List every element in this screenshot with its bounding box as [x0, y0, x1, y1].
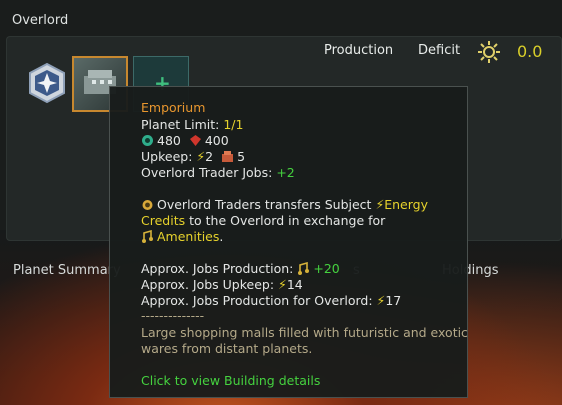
cost-alloys: 480	[157, 133, 181, 148]
energy-icon: ⚡	[375, 197, 385, 212]
flavor-text-1: Large shopping malls filled with futuris…	[141, 325, 468, 340]
energy-icon: ⚡	[376, 293, 386, 308]
jobs-production-label: Approx. Jobs Production:	[141, 261, 294, 276]
jobs-upkeep-row: Approx. Jobs Upkeep: ⚡14	[141, 277, 303, 292]
alloys-icon	[142, 135, 153, 146]
desc-line-1: Overlord Traders transfers Subject ⚡Ener…	[141, 197, 428, 212]
window-title: Overlord	[12, 13, 69, 28]
jobs-overlord-value: 17	[385, 293, 402, 308]
building-tooltip: Emporium Planet Limit: 1/1 480 400 Upkee…	[109, 86, 468, 398]
desc-post: to the Overlord in exchange for	[189, 213, 386, 228]
view-details-hint[interactable]: Click to view Building details	[141, 373, 320, 388]
upkeep-row: Upkeep: ⚡2 5	[141, 149, 245, 164]
trader-jobs-label: Overlord Trader Jobs:	[141, 165, 273, 180]
amenities-icon	[142, 230, 153, 243]
separator: --------------	[141, 308, 205, 323]
desc-credits: Credits	[141, 213, 186, 228]
tab-planet-summary[interactable]: Planet Summary	[13, 263, 121, 278]
building-name: Emporium	[141, 100, 206, 115]
amenities-icon	[298, 262, 310, 275]
jobs-upkeep-value: 14	[286, 277, 303, 292]
desc-energy: Energy	[384, 197, 428, 212]
desc-period: .	[219, 229, 224, 244]
desc-amenities: Amenities	[157, 229, 220, 244]
consumer-goods-icon	[222, 151, 234, 162]
upkeep-label: Upkeep:	[141, 149, 193, 164]
trader-job-icon	[142, 200, 153, 210]
desc-line-3: Amenities.	[141, 229, 223, 244]
planet-limit-label: Planet Limit:	[141, 117, 220, 132]
production-label: Production	[324, 43, 394, 58]
jobs-overlord-label: Approx. Jobs Production for Overlord:	[141, 293, 373, 308]
energy-icon: ⚡	[278, 277, 287, 292]
empire-emblem-icon[interactable]	[26, 62, 68, 104]
desc-pre: Overlord Traders transfers Subject	[157, 197, 372, 212]
deficit-value: 0.0	[517, 42, 543, 61]
deficit-label: Deficit	[418, 43, 461, 58]
trader-jobs-row: Overlord Trader Jobs: +2	[141, 165, 295, 180]
planet-limit-value: 1/1	[223, 117, 244, 132]
energy-icon: ⚡	[196, 149, 206, 164]
flavor-text-2: wares from distant planets.	[141, 341, 313, 356]
jobs-production-row: Approx. Jobs Production: +20	[141, 261, 340, 276]
cost-row: 480 400	[141, 133, 229, 148]
jobs-overlord-row: Approx. Jobs Production for Overlord: ⚡1…	[141, 293, 401, 308]
trader-jobs-value: +2	[276, 165, 295, 180]
upkeep-goods: 5	[237, 149, 246, 164]
jobs-production-value: +20	[313, 261, 340, 276]
crystals-icon	[189, 135, 201, 146]
upkeep-energy: 2	[205, 149, 214, 164]
desc-line-2: Credits to the Overlord in exchange for	[141, 213, 385, 228]
planet-limit-row: Planet Limit: 1/1	[141, 117, 243, 132]
jobs-upkeep-label: Approx. Jobs Upkeep:	[141, 277, 275, 292]
cost-crystals: 400	[204, 133, 229, 148]
sun-icon	[478, 41, 500, 63]
